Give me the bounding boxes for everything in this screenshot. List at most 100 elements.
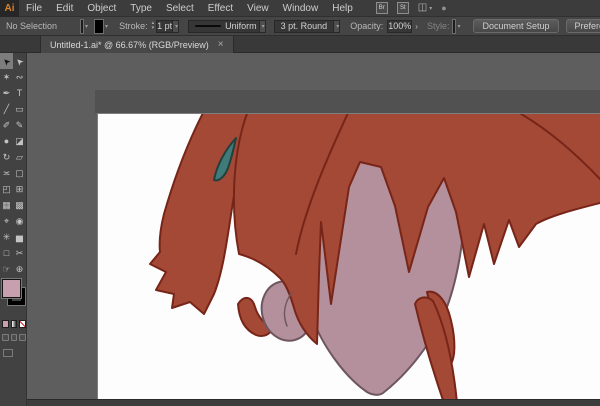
free-transform-icon: ▢ (15, 168, 24, 179)
stroke-weight-stepper[interactable]: ▴ ▾ (152, 21, 155, 31)
tool-rotate[interactable]: ↻ (0, 149, 13, 165)
draw-normal-button[interactable] (2, 334, 9, 341)
tool-zoom[interactable]: ⊕ (13, 261, 26, 277)
tool-eyedropper[interactable]: ⌖ (0, 213, 13, 229)
fill-color-swatch[interactable] (81, 20, 83, 33)
workspace-icon: ◫ (418, 3, 427, 13)
chevron-down-icon: ▾ (429, 5, 432, 12)
menu-type[interactable]: Type (123, 0, 159, 17)
document-tab-title: Untitled-1.ai* @ 66.67% (RGB/Preview) (50, 40, 209, 50)
menu-effect[interactable]: Effect (201, 0, 240, 17)
tool-grid: ➤➤✶∾✒T╱▭✐✎●◪↻▱≍▢◰⊞▦▩⌖◉✳▅□✂☞⊕ (0, 53, 26, 277)
menu-select[interactable]: Select (159, 0, 201, 17)
document-setup-button[interactable]: Document Setup (473, 19, 558, 33)
zoom-icon: ⊕ (16, 264, 24, 275)
chevron-down-icon[interactable]: ▾ (457, 23, 460, 30)
brush-definition-select[interactable]: 3 pt. Round (274, 20, 335, 33)
screen-mode-button[interactable] (3, 349, 13, 357)
tool-blend[interactable]: ◉ (13, 213, 26, 229)
column-graph-icon: ▅ (16, 232, 23, 243)
tool-scale[interactable]: ▱ (13, 149, 26, 165)
selection-status: No Selection (6, 21, 57, 31)
tool-free-transform[interactable]: ▢ (13, 165, 26, 181)
tool-type[interactable]: T (13, 85, 26, 101)
close-icon[interactable]: × (218, 40, 224, 50)
artboard[interactable] (97, 113, 600, 401)
width-profile-select[interactable]: Uniform (188, 20, 260, 33)
perspective-grid-icon: ⊞ (16, 184, 24, 195)
menu-object[interactable]: Object (80, 0, 123, 17)
tool-selection[interactable]: ➤ (0, 53, 13, 69)
tool-pen[interactable]: ✒ (0, 85, 13, 101)
bridge-icon[interactable]: Br (376, 2, 388, 14)
tool-eraser[interactable]: ◪ (13, 133, 26, 149)
line-segment-icon: ╱ (4, 104, 9, 115)
pasteboard-dark-band (95, 90, 600, 113)
opacity-flyout-arrow[interactable]: › (415, 22, 418, 31)
tool-direct-selection[interactable]: ➤ (13, 53, 26, 69)
fill-stroke-proxies (0, 279, 26, 317)
tool-perspective-grid[interactable]: ⊞ (13, 181, 26, 197)
blend-icon: ◉ (16, 216, 24, 227)
artboard-icon: □ (4, 248, 9, 258)
tool-paintbrush[interactable]: ✐ (0, 117, 13, 133)
menu-help[interactable]: Help (325, 0, 360, 17)
chevron-down-icon[interactable]: ▾ (105, 23, 108, 30)
tools-panel: ➤➤✶∾✒T╱▭✐✎●◪↻▱≍▢◰⊞▦▩⌖◉✳▅□✂☞⊕ (0, 53, 27, 406)
workspace-switcher[interactable]: ◫ ▾ (418, 3, 432, 13)
tool-blob-brush[interactable]: ● (0, 133, 13, 149)
draw-behind-button[interactable] (11, 334, 18, 341)
width-profile-dropdown[interactable]: ▾ (260, 20, 266, 33)
menu-edit[interactable]: Edit (49, 0, 80, 17)
gradient-button[interactable] (11, 320, 18, 328)
scale-icon: ▱ (16, 152, 23, 163)
opacity-input[interactable]: 100% (387, 20, 412, 33)
slice-icon: ✂ (16, 248, 24, 259)
tool-hand[interactable]: ☞ (0, 261, 13, 277)
cs-live-icon[interactable]: ● (441, 3, 446, 13)
fill-proxy-swatch[interactable] (2, 279, 21, 298)
none-button[interactable] (19, 320, 26, 328)
document-tab[interactable]: Untitled-1.ai* @ 66.67% (RGB/Preview) × (40, 36, 234, 53)
paintbrush-icon: ✐ (3, 120, 11, 131)
rotate-icon: ↻ (3, 152, 11, 163)
menu-view[interactable]: View (240, 0, 276, 17)
stroke-weight-dropdown[interactable]: ▾ (173, 20, 179, 33)
stroke-color-swatch[interactable] (95, 20, 103, 33)
stroke-weight-input[interactable]: 1 pt (156, 20, 173, 33)
brush-definition-label: 3 pt. Round (281, 21, 328, 31)
canvas[interactable] (27, 53, 600, 406)
chevron-down-icon: ▾ (262, 23, 265, 30)
brush-definition-dropdown[interactable]: ▾ (334, 20, 340, 33)
chevron-down-icon: ▾ (175, 23, 178, 30)
tool-shape-builder[interactable]: ◰ (0, 181, 13, 197)
direct-selection-icon: ➤ (13, 54, 26, 67)
style-swatch[interactable] (453, 20, 455, 33)
preferences-button[interactable]: Preferences (566, 19, 600, 33)
stroke-label: Stroke: (119, 21, 148, 31)
rectangle-icon: ▭ (15, 104, 24, 115)
tool-width[interactable]: ≍ (0, 165, 13, 181)
tool-slice[interactable]: ✂ (13, 245, 26, 261)
tool-line-segment[interactable]: ╱ (0, 101, 13, 117)
tool-pencil[interactable]: ✎ (13, 117, 26, 133)
tool-mesh[interactable]: ▦ (0, 197, 13, 213)
tool-rectangle[interactable]: ▭ (13, 101, 26, 117)
stock-icon[interactable]: St (397, 2, 409, 14)
color-button[interactable] (2, 320, 9, 328)
tool-symbol-sprayer[interactable]: ✳ (0, 229, 13, 245)
artwork-svg (98, 114, 600, 400)
symbol-sprayer-icon: ✳ (3, 232, 11, 243)
menu-window[interactable]: Window (276, 0, 326, 17)
chevron-down-icon[interactable]: ▾ (85, 23, 88, 30)
tool-artboard[interactable]: □ (0, 245, 13, 261)
menubar: Ai FileEditObjectTypeSelectEffectViewWin… (0, 0, 600, 17)
tool-magic-wand[interactable]: ✶ (0, 69, 13, 85)
app-logo: Ai (0, 0, 19, 17)
tool-column-graph[interactable]: ▅ (13, 229, 26, 245)
tool-lasso[interactable]: ∾ (13, 69, 26, 85)
menu-file[interactable]: File (19, 0, 49, 17)
tool-gradient[interactable]: ▩ (13, 197, 26, 213)
draw-inside-button[interactable] (19, 334, 26, 341)
magic-wand-icon: ✶ (3, 72, 11, 83)
